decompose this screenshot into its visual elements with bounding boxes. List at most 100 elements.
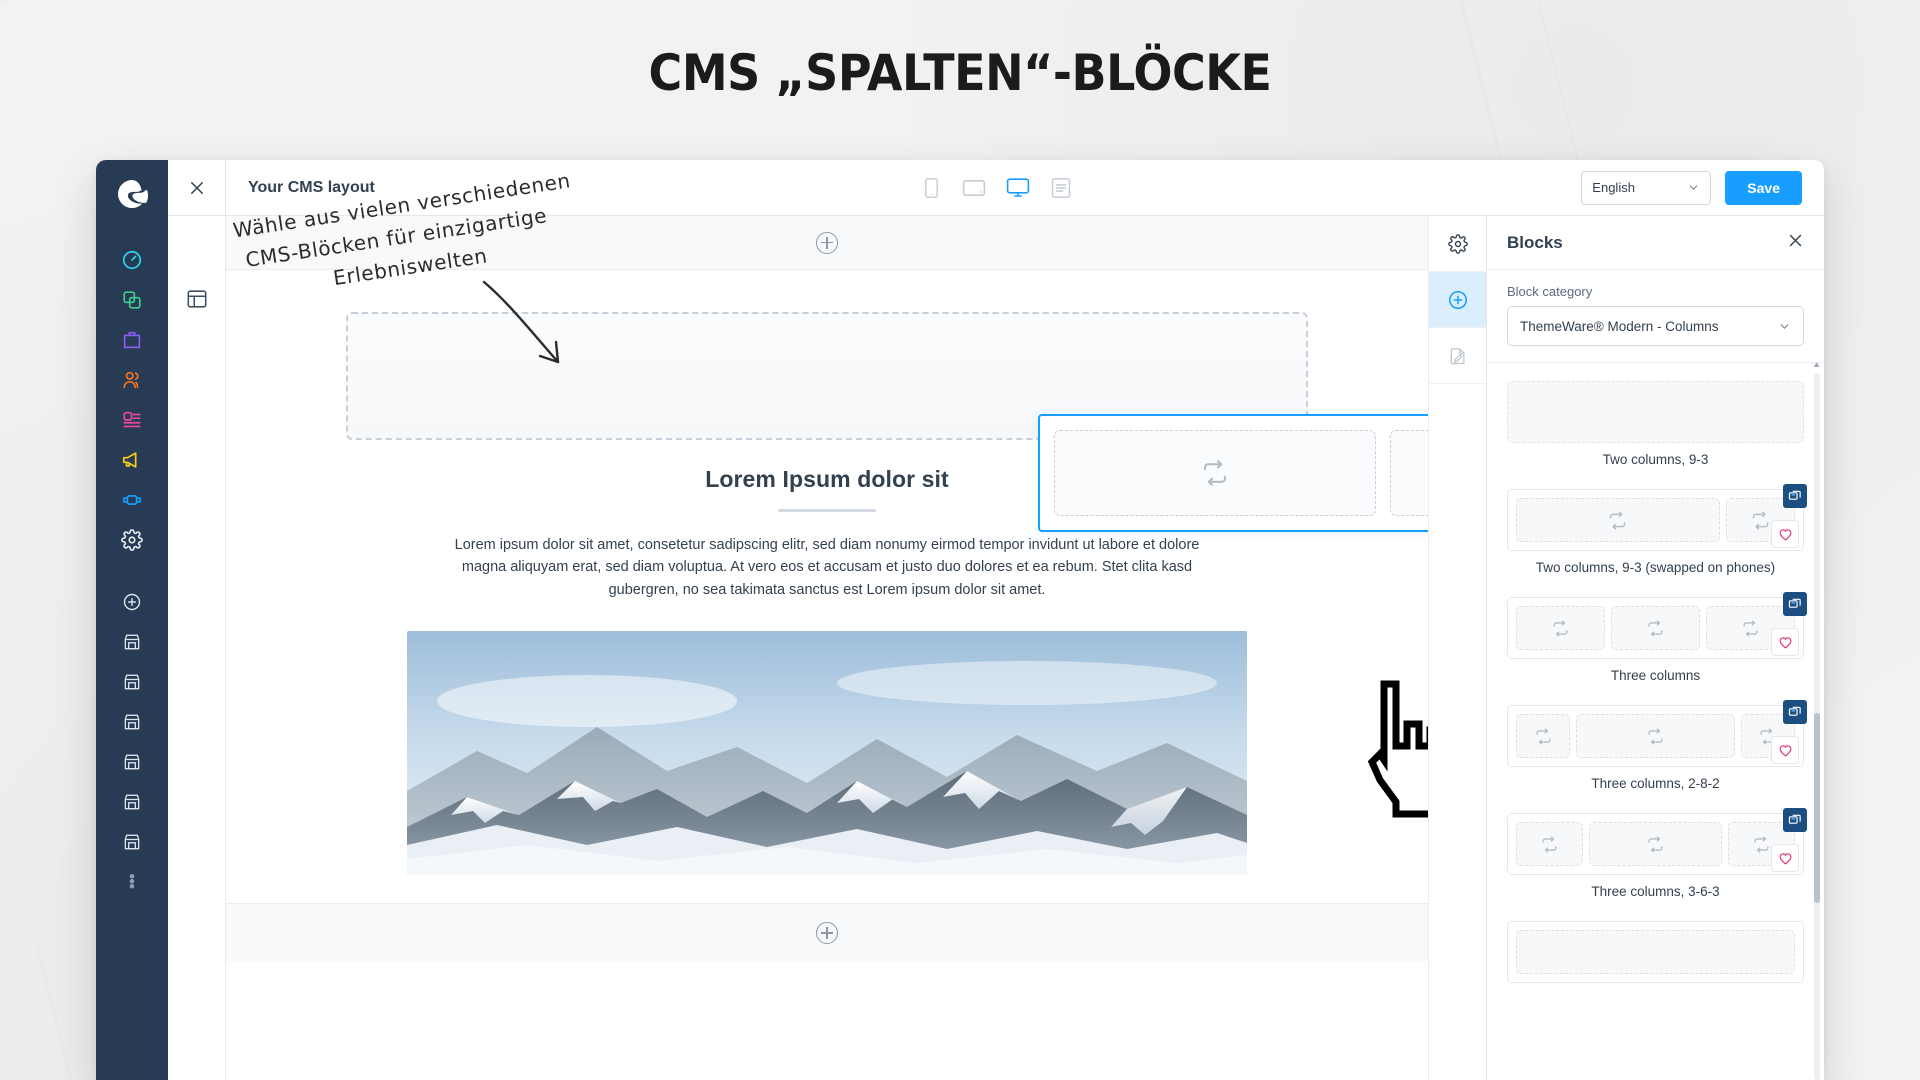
preview-slot bbox=[1516, 930, 1795, 974]
block-list-item[interactable]: Two columns, 9-3 (swapped on phones) bbox=[1507, 484, 1807, 575]
blocks-panel-scrollbar[interactable] bbox=[1814, 373, 1820, 1080]
sidebar-item-dashboard[interactable] bbox=[112, 240, 152, 280]
topbar-actions: English Save bbox=[1581, 170, 1824, 205]
tablet-view-icon[interactable] bbox=[959, 173, 989, 203]
heart-icon bbox=[1779, 852, 1791, 865]
block-preview[interactable] bbox=[1507, 808, 1807, 875]
sidebar-item-settings[interactable] bbox=[112, 520, 152, 560]
add-section-top-icon[interactable] bbox=[816, 231, 838, 254]
edit-layout-icon bbox=[1450, 347, 1465, 364]
shop-icon[interactable] bbox=[112, 822, 152, 862]
block-label: Two columns, 9-3 bbox=[1602, 452, 1709, 467]
image-placeholder-icon bbox=[1542, 835, 1557, 853]
block-slot-left[interactable] bbox=[1054, 430, 1377, 516]
rail-add-block-button[interactable] bbox=[1428, 272, 1487, 328]
chevron-down-icon bbox=[1689, 185, 1698, 190]
block-category-filter: Block category ThemeWare® Modern - Colum… bbox=[1487, 270, 1824, 363]
add-section-top-bar[interactable] bbox=[226, 216, 1428, 270]
heart-icon bbox=[1779, 744, 1791, 757]
mobile-view-icon[interactable] bbox=[916, 173, 946, 203]
block-preview[interactable] bbox=[1507, 700, 1807, 767]
blocks-panel-close-button[interactable] bbox=[1787, 232, 1804, 254]
block-category-label: Block category bbox=[1507, 284, 1593, 299]
blocks-panel-title: Blocks bbox=[1507, 232, 1563, 252]
blocks-list[interactable]: Two columns, 9-3 Two columns, 9-3 (swapp… bbox=[1487, 363, 1824, 1080]
sidebar-item-extensions[interactable] bbox=[112, 480, 152, 520]
sidebar-item-customers[interactable] bbox=[112, 360, 152, 400]
heart-icon bbox=[1779, 636, 1791, 649]
block-preview[interactable] bbox=[1507, 381, 1804, 443]
duplicate-block-icon[interactable] bbox=[1783, 700, 1807, 724]
block-label: Three columns, 3-6-3 bbox=[1591, 884, 1720, 899]
block-preview[interactable] bbox=[1507, 592, 1807, 659]
preview-slot bbox=[1516, 606, 1605, 650]
add-section-bottom-bar[interactable] bbox=[226, 903, 1428, 962]
shop-icon[interactable] bbox=[112, 622, 152, 662]
heading-divider bbox=[778, 509, 876, 512]
block-preview[interactable] bbox=[1507, 484, 1807, 551]
editor-topbar: Your CMS layout English Save bbox=[168, 160, 1824, 216]
list-view-icon[interactable] bbox=[1046, 173, 1076, 203]
favorite-block-button[interactable] bbox=[1771, 628, 1799, 656]
scroll-up-icon[interactable]: ▲ bbox=[1812, 363, 1821, 369]
sidebar-item-content[interactable] bbox=[112, 400, 152, 440]
favorite-block-button[interactable] bbox=[1771, 844, 1799, 872]
close-editor-button[interactable] bbox=[168, 160, 226, 216]
preview-slot bbox=[1589, 822, 1722, 866]
block-label: Three columns, 2-8-2 bbox=[1591, 776, 1720, 791]
block-list-item[interactable]: Three columns, 3-6-3 bbox=[1507, 808, 1807, 899]
rail-settings-button[interactable] bbox=[1428, 216, 1487, 272]
scrollbar-thumb[interactable] bbox=[1814, 713, 1820, 903]
sidebar-item-marketing[interactable] bbox=[112, 440, 152, 480]
more-options-icon[interactable]: • • • bbox=[129, 868, 135, 895]
shop-icon[interactable] bbox=[112, 662, 152, 702]
cms-editor: Your CMS layout English Save Lorem Ipsum… bbox=[168, 160, 1824, 1080]
save-button[interactable]: Save bbox=[1725, 170, 1802, 205]
block-list-item[interactable]: Two columns, 9-3 bbox=[1507, 381, 1804, 467]
selected-cms-block[interactable] bbox=[1038, 414, 1428, 532]
cms-image-block[interactable] bbox=[407, 631, 1247, 876]
image-placeholder-icon bbox=[1754, 835, 1769, 853]
add-shop-icon[interactable] bbox=[112, 582, 152, 622]
sidebar-item-orders[interactable] bbox=[112, 320, 152, 360]
block-list-item[interactable]: Three columns, 2-8-2 bbox=[1507, 700, 1807, 791]
image-placeholder-icon bbox=[1648, 619, 1663, 637]
shop-icon[interactable] bbox=[112, 782, 152, 822]
cms-canvas: Lorem Ipsum dolor sit Lorem ipsum dolor … bbox=[226, 216, 1428, 1080]
image-placeholder-icon bbox=[1553, 619, 1568, 637]
block-slot-right[interactable] bbox=[1390, 430, 1428, 516]
heart-icon bbox=[1779, 528, 1791, 541]
favorite-block-button[interactable] bbox=[1771, 520, 1799, 548]
favorite-block-button[interactable] bbox=[1771, 736, 1799, 764]
close-icon bbox=[1789, 234, 1802, 246]
language-value: English bbox=[1592, 180, 1635, 195]
block-preview[interactable] bbox=[1507, 921, 1804, 983]
snowy-mountain-range-photo bbox=[407, 631, 1247, 876]
preview-slot bbox=[1516, 498, 1720, 542]
image-placeholder-icon bbox=[1752, 511, 1769, 529]
duplicate-block-icon[interactable] bbox=[1783, 808, 1807, 832]
shopware-admin-window: • • • Your CMS layout English Save Lorem… bbox=[96, 160, 1824, 1080]
block-label: Three columns bbox=[1610, 668, 1701, 683]
language-select[interactable]: English bbox=[1581, 170, 1712, 205]
image-placeholder-icon bbox=[1610, 511, 1626, 529]
desktop-view-icon[interactable] bbox=[1003, 173, 1033, 203]
shopware-logo-icon[interactable] bbox=[112, 174, 152, 214]
section-layout-icon[interactable] bbox=[186, 288, 208, 315]
duplicate-block-icon[interactable] bbox=[1783, 484, 1807, 508]
block-list-item[interactable]: Three columns bbox=[1507, 592, 1807, 683]
block-category-select[interactable]: ThemeWare® Modern - Columns bbox=[1507, 306, 1804, 346]
block-list-item[interactable] bbox=[1507, 921, 1804, 983]
shop-icon[interactable] bbox=[112, 742, 152, 782]
layout-title: Your CMS layout bbox=[248, 178, 375, 196]
duplicate-block-icon[interactable] bbox=[1783, 592, 1807, 616]
sidebar-item-catalogues[interactable] bbox=[112, 280, 152, 320]
rail-edit-layout-button[interactable] bbox=[1428, 328, 1487, 384]
page-title: CMS „SPALTEN“-BLÖCKE bbox=[648, 44, 1272, 102]
add-block-icon bbox=[1448, 290, 1467, 309]
add-section-bottom-icon[interactable] bbox=[816, 921, 838, 944]
shop-icon[interactable] bbox=[112, 702, 152, 742]
cms-page: Lorem Ipsum dolor sit Lorem ipsum dolor … bbox=[226, 312, 1428, 962]
image-placeholder-icon bbox=[1204, 460, 1227, 486]
image-placeholder-icon bbox=[1648, 727, 1663, 745]
